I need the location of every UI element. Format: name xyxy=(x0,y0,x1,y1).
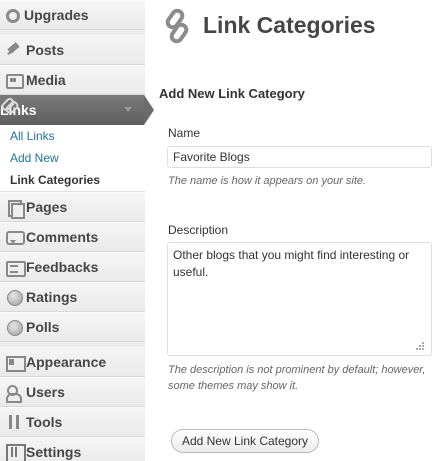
tools-icon xyxy=(6,414,22,430)
menu-item-posts[interactable]: Posts xyxy=(0,35,145,65)
users-icon xyxy=(6,384,22,403)
submenu-add-new[interactable]: Add New xyxy=(10,151,59,165)
menu-item-links[interactable]: Links xyxy=(0,95,156,125)
submenu-all-links[interactable]: All Links xyxy=(10,129,55,143)
media-icon xyxy=(6,72,24,89)
menu-item-label: Ratings xyxy=(26,289,78,305)
menu-item-comments[interactable]: Comments xyxy=(0,222,145,252)
admin-sidebar: Upgrades Posts Media Links All Links Add… xyxy=(0,0,154,461)
appearance-icon xyxy=(6,354,26,372)
menu-item-label: Polls xyxy=(26,319,60,335)
submenu-link-categories[interactable]: Link Categories xyxy=(10,173,100,187)
pushpin-icon xyxy=(6,42,22,58)
menu-item-tools[interactable]: Tools xyxy=(0,407,145,437)
menu-item-feedbacks[interactable]: Feedbacks xyxy=(0,252,145,282)
menu-item-settings[interactable]: Settings xyxy=(0,437,145,461)
menu-item-label: Posts xyxy=(26,42,65,58)
name-input[interactable] xyxy=(167,146,432,168)
link-icon xyxy=(165,8,189,44)
menu-item-media[interactable]: Media xyxy=(0,65,145,95)
name-hint: The name is how it appears on your site. xyxy=(168,175,367,187)
menu-item-appearance[interactable]: Appearance xyxy=(0,347,145,377)
settings-icon xyxy=(6,444,26,461)
menu-item-label: Tools xyxy=(26,414,63,430)
circle-icon xyxy=(6,319,23,336)
description-textarea[interactable]: Other blogs that you might find interest… xyxy=(167,242,432,356)
page-title: Link Categories xyxy=(203,12,376,38)
pages-icon xyxy=(6,199,25,219)
gear-icon xyxy=(6,8,20,23)
menu-item-label: Upgrades xyxy=(24,7,89,23)
add-new-link-category-button[interactable]: Add New Link Category xyxy=(171,429,319,453)
description-label: Description xyxy=(168,223,229,237)
menu-item-ratings[interactable]: Ratings xyxy=(0,282,145,312)
active-arrow xyxy=(144,95,154,125)
menu-item-pages[interactable]: Pages xyxy=(0,192,145,222)
feedback-icon xyxy=(6,259,26,277)
menu-item-label: Media xyxy=(26,72,66,88)
section-title: Add New Link Category xyxy=(159,86,305,101)
resize-handle-icon[interactable] xyxy=(414,340,426,352)
menu-item-label: Feedbacks xyxy=(26,259,99,275)
menu-item-upgrades[interactable]: Upgrades xyxy=(0,0,145,30)
menu-item-users[interactable]: Users xyxy=(0,377,145,407)
description-hint: The description is not prominent by defa… xyxy=(168,364,426,392)
menu-item-label: Users xyxy=(26,384,65,400)
menu-item-label: Settings xyxy=(26,444,82,460)
menu-item-label: Appearance xyxy=(26,354,107,370)
menu-item-polls[interactable]: Polls xyxy=(0,312,145,342)
submenu-toggle-icon[interactable] xyxy=(124,107,132,112)
menu-item-label: Pages xyxy=(26,199,68,215)
comment-bubble-icon xyxy=(6,229,25,245)
menu-item-label: Comments xyxy=(26,229,99,245)
name-label: Name xyxy=(168,126,201,140)
circle-icon xyxy=(6,289,23,306)
links-submenu: All Links Add New Link Categories xyxy=(0,125,145,192)
